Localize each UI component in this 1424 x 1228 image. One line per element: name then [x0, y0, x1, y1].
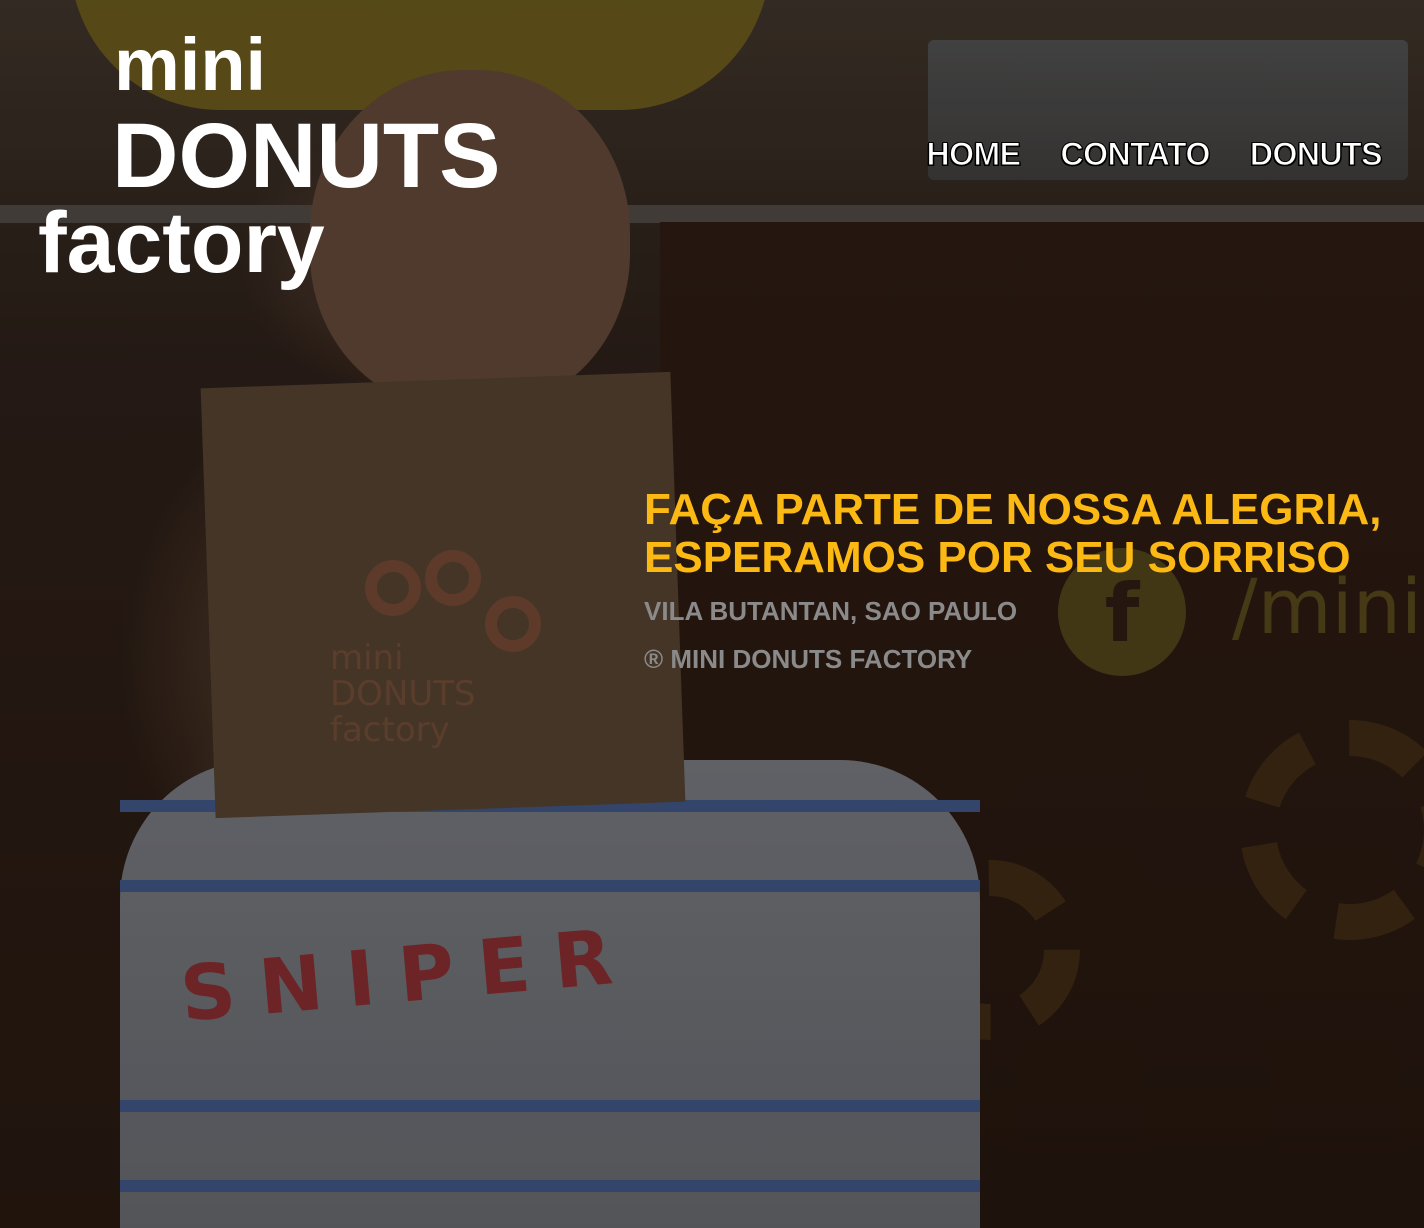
nav-donuts[interactable]: DONUTS — [1249, 136, 1383, 173]
hero-tagline: FAÇA PARTE DE NOSSA ALEGRIA, ESPERAMOS P… — [644, 486, 1381, 582]
location-text: VILA BUTANTAN, SAO PAULO — [644, 596, 1018, 626]
logo-line-factory: factory — [38, 195, 325, 291]
nav-home[interactable]: HOME — [926, 136, 1022, 173]
main-nav: HOME CONTATO DONUTS — [926, 136, 1383, 173]
logo-line-donuts: DONUTS — [112, 105, 501, 207]
nav-contato[interactable]: CONTATO — [1060, 136, 1211, 173]
hero-section: f /mini SNIPER mini DONUTS factory mini … — [0, 0, 1424, 1228]
copyright-text: ® MINI DONUTS FACTORY — [644, 644, 973, 674]
tagline-line2: ESPERAMOS POR SEU SORRISO — [644, 533, 1351, 582]
tagline-line1: FAÇA PARTE DE NOSSA ALEGRIA, — [644, 485, 1382, 534]
logo-line-mini: mini — [114, 23, 267, 106]
